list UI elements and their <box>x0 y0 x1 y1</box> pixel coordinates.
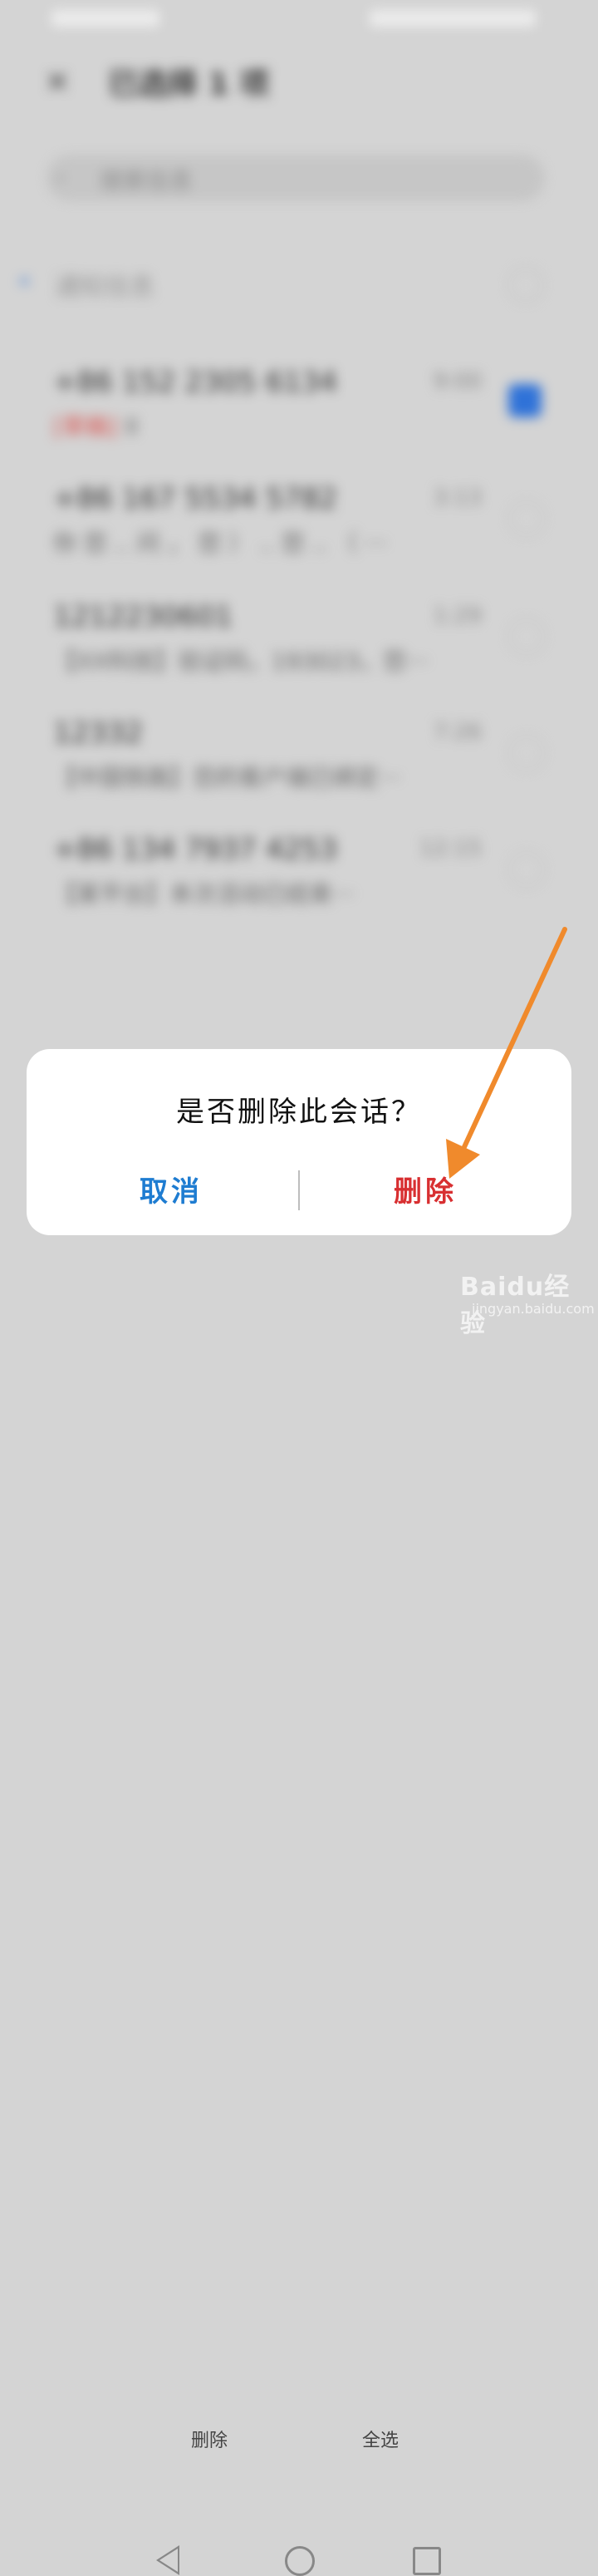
item-time: 12:15 <box>419 836 482 861</box>
item-time: 1:29 <box>433 603 482 628</box>
notice-label[interactable]: 通知信息 <box>55 266 154 303</box>
delete-button[interactable]: 删除 <box>301 1165 550 1219</box>
search-placeholder: 搜索信息 <box>100 167 194 195</box>
item-checkbox[interactable] <box>508 384 542 417</box>
item-title: +86 167 5534 5782 <box>53 482 338 515</box>
item-preview: 【中国铁路】您的客户端已绑定··· <box>53 764 401 791</box>
item-time: 9:00 <box>433 369 482 394</box>
list-item[interactable]: 1212230601 1:29 【XX科技】验证码，193023，您··· <box>0 600 598 708</box>
page-title: 已选择 1 项 <box>108 67 270 101</box>
watermark-url: jingyan.baidu.com <box>472 1301 595 1317</box>
item-time: 3:13 <box>433 485 482 510</box>
item-checkbox[interactable] <box>508 851 545 888</box>
notice-arrow-icon: ◂ <box>18 270 28 291</box>
home-icon[interactable] <box>285 2546 315 2576</box>
bottom-delete-button[interactable]: 删除 <box>191 2426 228 2452</box>
item-preview: 你 您 .. 问 ， 您 ） .. 您 .. （ ··· <box>53 529 388 557</box>
item-preview-text: ll <box>125 413 139 441</box>
item-title: +86 134 7937 4253 <box>53 833 338 866</box>
list-item[interactable]: 12332 7:26 【中国铁路】您的客户端已绑定··· <box>0 717 598 825</box>
item-preview: [草稿] ll <box>53 409 485 442</box>
notice-checkbox[interactable] <box>508 268 543 303</box>
watermark-logo: Baidu经验 jingyan.baidu.com <box>455 1266 595 1338</box>
back-icon-inner <box>159 2549 178 2572</box>
bottom-select-all-button[interactable]: 全选 <box>362 2426 399 2452</box>
cancel-button[interactable]: 取消 <box>47 1165 296 1219</box>
item-title: 12332 <box>53 717 144 750</box>
item-checkbox[interactable] <box>508 500 545 537</box>
recent-apps-icon[interactable] <box>413 2547 441 2575</box>
list-item[interactable]: +86 152 2305 6134 9:00 [草稿] ll <box>0 366 598 474</box>
confirm-dialog: 是否删除此会话？ 取消 删除 <box>27 1049 571 1235</box>
search-icon: ⌕ <box>55 165 67 190</box>
item-checkbox[interactable] <box>508 618 545 655</box>
dialog-divider <box>298 1170 300 1210</box>
dialog-title: 是否删除此会话？ <box>176 1096 422 1129</box>
close-icon[interactable]: ✕ <box>45 66 70 100</box>
item-preview: 【某平台】本次活动已结束··· <box>53 880 355 908</box>
status-right <box>370 10 536 27</box>
item-checkbox[interactable] <box>508 735 545 771</box>
item-title: 1212230601 <box>53 600 233 633</box>
draft-tag: [草稿] <box>53 413 118 441</box>
item-preview: 【XX科技】验证码，193023，您··· <box>53 648 429 675</box>
item-time: 7:26 <box>433 720 482 745</box>
list-item[interactable]: +86 134 7937 4253 12:15 【某平台】本次活动已结束··· <box>0 833 598 941</box>
status-left <box>51 10 159 27</box>
item-title: +86 152 2305 6134 <box>53 366 338 399</box>
status-bar <box>0 0 598 42</box>
list-item[interactable]: +86 167 5534 5782 3:13 你 您 .. 问 ， 您 ） ..… <box>0 482 598 590</box>
